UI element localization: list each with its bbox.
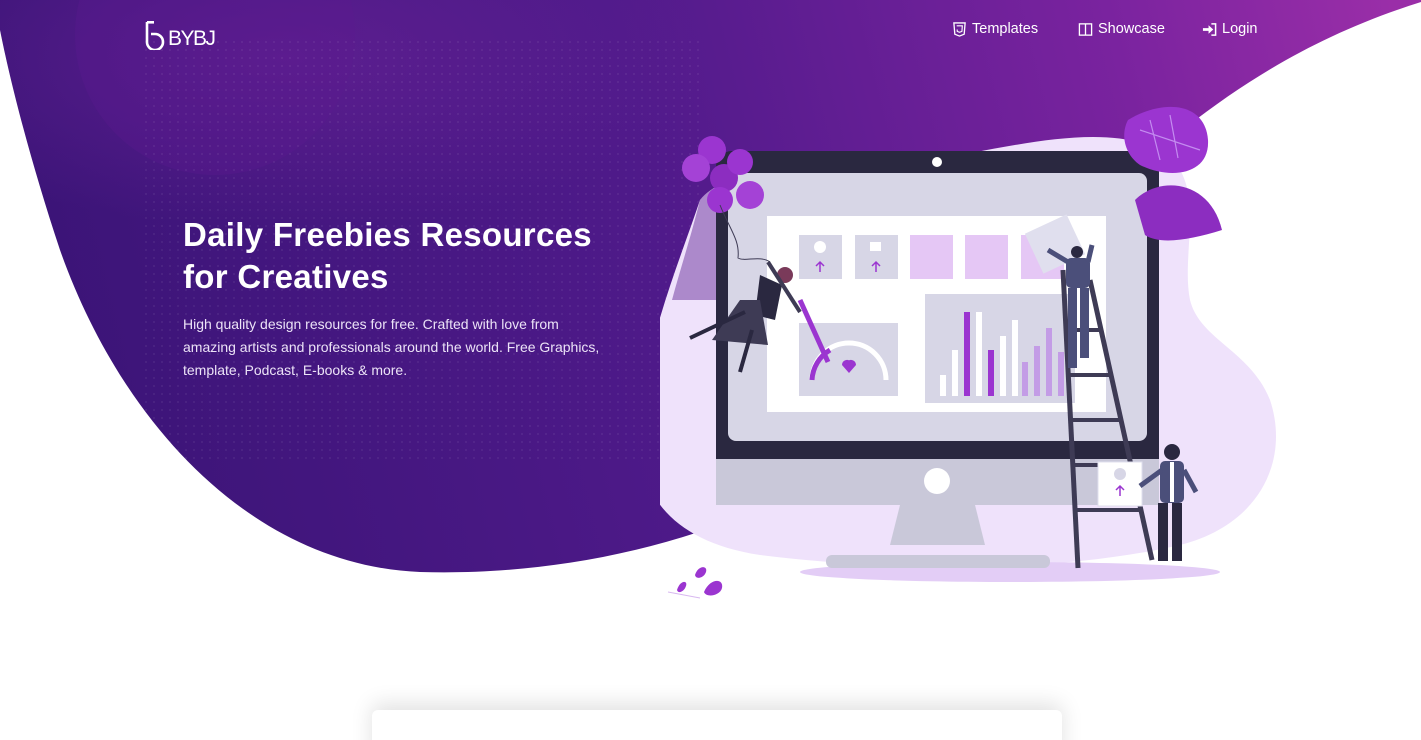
html5-shield-icon — [953, 21, 966, 37]
svg-text:BYBJ: BYBJ — [168, 27, 215, 50]
book-columns-icon — [1078, 22, 1093, 36]
hero-description: High quality design resources for free. … — [183, 316, 600, 378]
dashboard-illustration — [660, 106, 1276, 599]
content-card — [372, 710, 1062, 740]
hero-text-block: Daily Freebies Resources for Creatives H… — [183, 214, 613, 382]
brand-logo[interactable]: BYBJ — [145, 20, 225, 50]
nav-templates-link[interactable]: Templates — [952, 18, 1038, 40]
nav-showcase-label: Showcase — [1098, 21, 1165, 37]
hero-title: Daily Freebies Resources for Creatives — [183, 216, 592, 295]
nav-login-link[interactable]: Login — [1202, 18, 1257, 40]
sign-in-icon — [1202, 22, 1217, 36]
nav-showcase-link[interactable]: Showcase — [1078, 18, 1165, 40]
nav-login-label: Login — [1222, 21, 1258, 37]
nav-templates-label: Templates — [972, 21, 1039, 37]
